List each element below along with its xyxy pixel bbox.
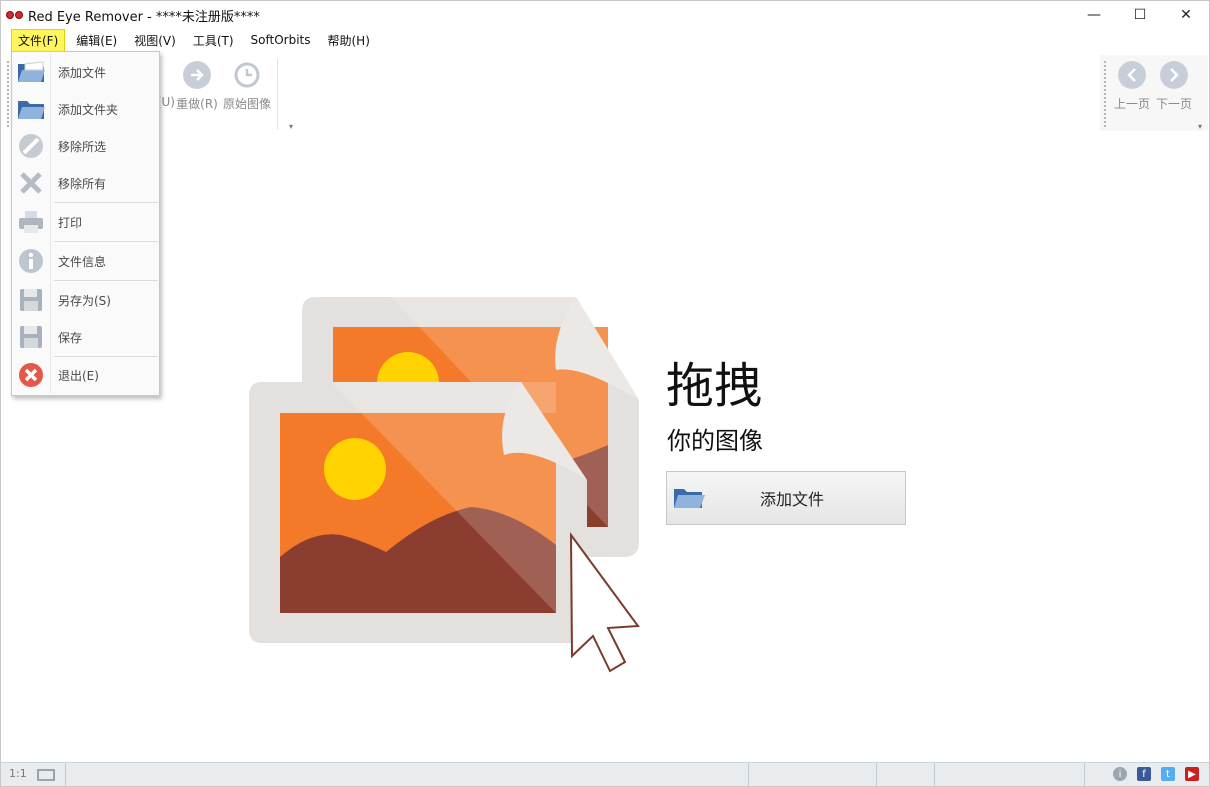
menu-print[interactable]: 打印 (12, 206, 159, 238)
maximize-button[interactable]: ☐ (1117, 1, 1163, 29)
menu-save-as-label: 另存为(S) (58, 293, 111, 308)
folder-icon (671, 484, 707, 512)
nav-toolbar-overflow-icon[interactable]: ▾ (1198, 122, 1202, 131)
remove-selected-icon (16, 132, 46, 160)
menu-tools[interactable]: 工具(T) (187, 30, 240, 51)
menu-file-info-label: 文件信息 (58, 254, 107, 269)
menu-remove-all[interactable]: 移除所有 (12, 167, 159, 199)
status-cell-zoom (1, 763, 66, 787)
close-button[interactable]: ✕ (1163, 1, 1209, 29)
nav-toolbar-grip[interactable] (1104, 61, 1107, 127)
navigation-toolbar: 上一页 下一页 ▾ (1100, 55, 1208, 131)
menu-save[interactable]: 保存 (12, 321, 159, 353)
status-cell (749, 763, 877, 787)
menu-save-label: 保存 (58, 330, 83, 345)
menu-remove-all-label: 移除所有 (58, 176, 107, 191)
minimize-button[interactable]: — (1071, 1, 1117, 29)
status-cell-main (66, 763, 749, 787)
status-bar: 1:1 i f t ▶ (1, 762, 1209, 787)
prev-page-label: 上一页 (1113, 97, 1150, 111)
toolbar-overflow-icon[interactable]: ▾ (289, 122, 293, 131)
facebook-icon[interactable]: f (1137, 767, 1151, 781)
add-folder-icon (16, 95, 46, 123)
menu-edit[interactable]: 编辑(E) (70, 30, 123, 51)
window-controls: — ☐ ✕ (1071, 1, 1209, 29)
title-bar: Red Eye Remover - ****未注册版**** — ☐ ✕ (1, 1, 1209, 29)
menu-add-folder[interactable]: 添加文件夹 (12, 93, 159, 125)
next-page-label: 下一页 (1155, 97, 1192, 111)
menu-file[interactable]: 文件(F) (11, 28, 66, 52)
menu-view[interactable]: 视图(V) (128, 30, 182, 51)
drag-subtitle: 你的图像 (667, 427, 763, 455)
menu-remove-selected[interactable]: 移除所选 (12, 130, 159, 162)
next-page-button[interactable]: 下一页 (1150, 61, 1198, 123)
status-cell (935, 763, 1085, 787)
save-as-icon (16, 286, 46, 314)
menu-add-folder-label: 添加文件夹 (58, 102, 119, 117)
menu-help[interactable]: 帮助(H) (321, 30, 375, 51)
menu-add-file[interactable]: 添加文件 (12, 56, 159, 88)
original-image-button[interactable]: 原始图像 (223, 61, 271, 123)
social-icons: i f t ▶ (1113, 767, 1199, 781)
menu-separator (54, 280, 158, 281)
arrow-left-icon (1118, 61, 1146, 89)
redo-button[interactable]: 重做(R) (173, 61, 221, 123)
file-menu-dropdown: 添加文件 添加文件夹 移除所选 移除所有 打印 文件信息 另存为(S) 保存 退… (11, 51, 160, 396)
status-cell (877, 763, 935, 787)
menu-softorbits[interactable]: SoftOrbits (245, 31, 317, 49)
menu-save-as[interactable]: 另存为(S) (12, 284, 159, 316)
twitter-icon[interactable]: t (1161, 767, 1175, 781)
original-image-label: 原始图像 (223, 97, 272, 111)
add-file-button-label: 添加文件 (759, 490, 824, 509)
menu-separator (54, 241, 158, 242)
add-file-icon (16, 58, 46, 86)
menu-add-file-label: 添加文件 (58, 65, 107, 80)
window-title: Red Eye Remover - ****未注册版**** (28, 9, 260, 25)
drag-title: 拖拽 (666, 358, 763, 414)
exit-icon (16, 361, 46, 389)
menu-print-label: 打印 (58, 215, 83, 230)
info-icon[interactable]: i (1113, 767, 1127, 781)
youtube-icon[interactable]: ▶ (1185, 767, 1199, 781)
toolbar-grip[interactable] (7, 61, 10, 127)
menu-exit[interactable]: 退出(E) (12, 359, 159, 391)
red-eye-app-icon (6, 9, 24, 21)
info-icon (16, 247, 46, 275)
menu-separator (54, 356, 158, 357)
redo-icon (183, 61, 211, 89)
clock-icon (233, 61, 261, 89)
arrow-right-icon (1160, 61, 1188, 89)
front-picture-icon (249, 382, 587, 643)
prev-page-button[interactable]: 上一页 (1108, 61, 1156, 123)
menu-bar: 文件(F) 编辑(E) 视图(V) 工具(T) SoftOrbits 帮助(H) (1, 28, 1209, 52)
toolbar-divider (277, 59, 278, 129)
menu-exit-label: 退出(E) (58, 368, 99, 383)
drop-images-illustration (249, 297, 640, 673)
add-file-button[interactable]: 添加文件 (666, 471, 906, 525)
app-window: Red Eye Remover - ****未注册版**** — ☐ ✕ 文件(… (0, 0, 1210, 787)
remove-all-icon (16, 169, 46, 197)
menu-remove-selected-label: 移除所选 (58, 139, 107, 154)
print-icon (16, 208, 46, 236)
menu-file-info[interactable]: 文件信息 (12, 245, 159, 277)
menu-separator (54, 202, 158, 203)
redo-label: 重做(R) (176, 97, 218, 111)
save-icon (16, 323, 46, 351)
